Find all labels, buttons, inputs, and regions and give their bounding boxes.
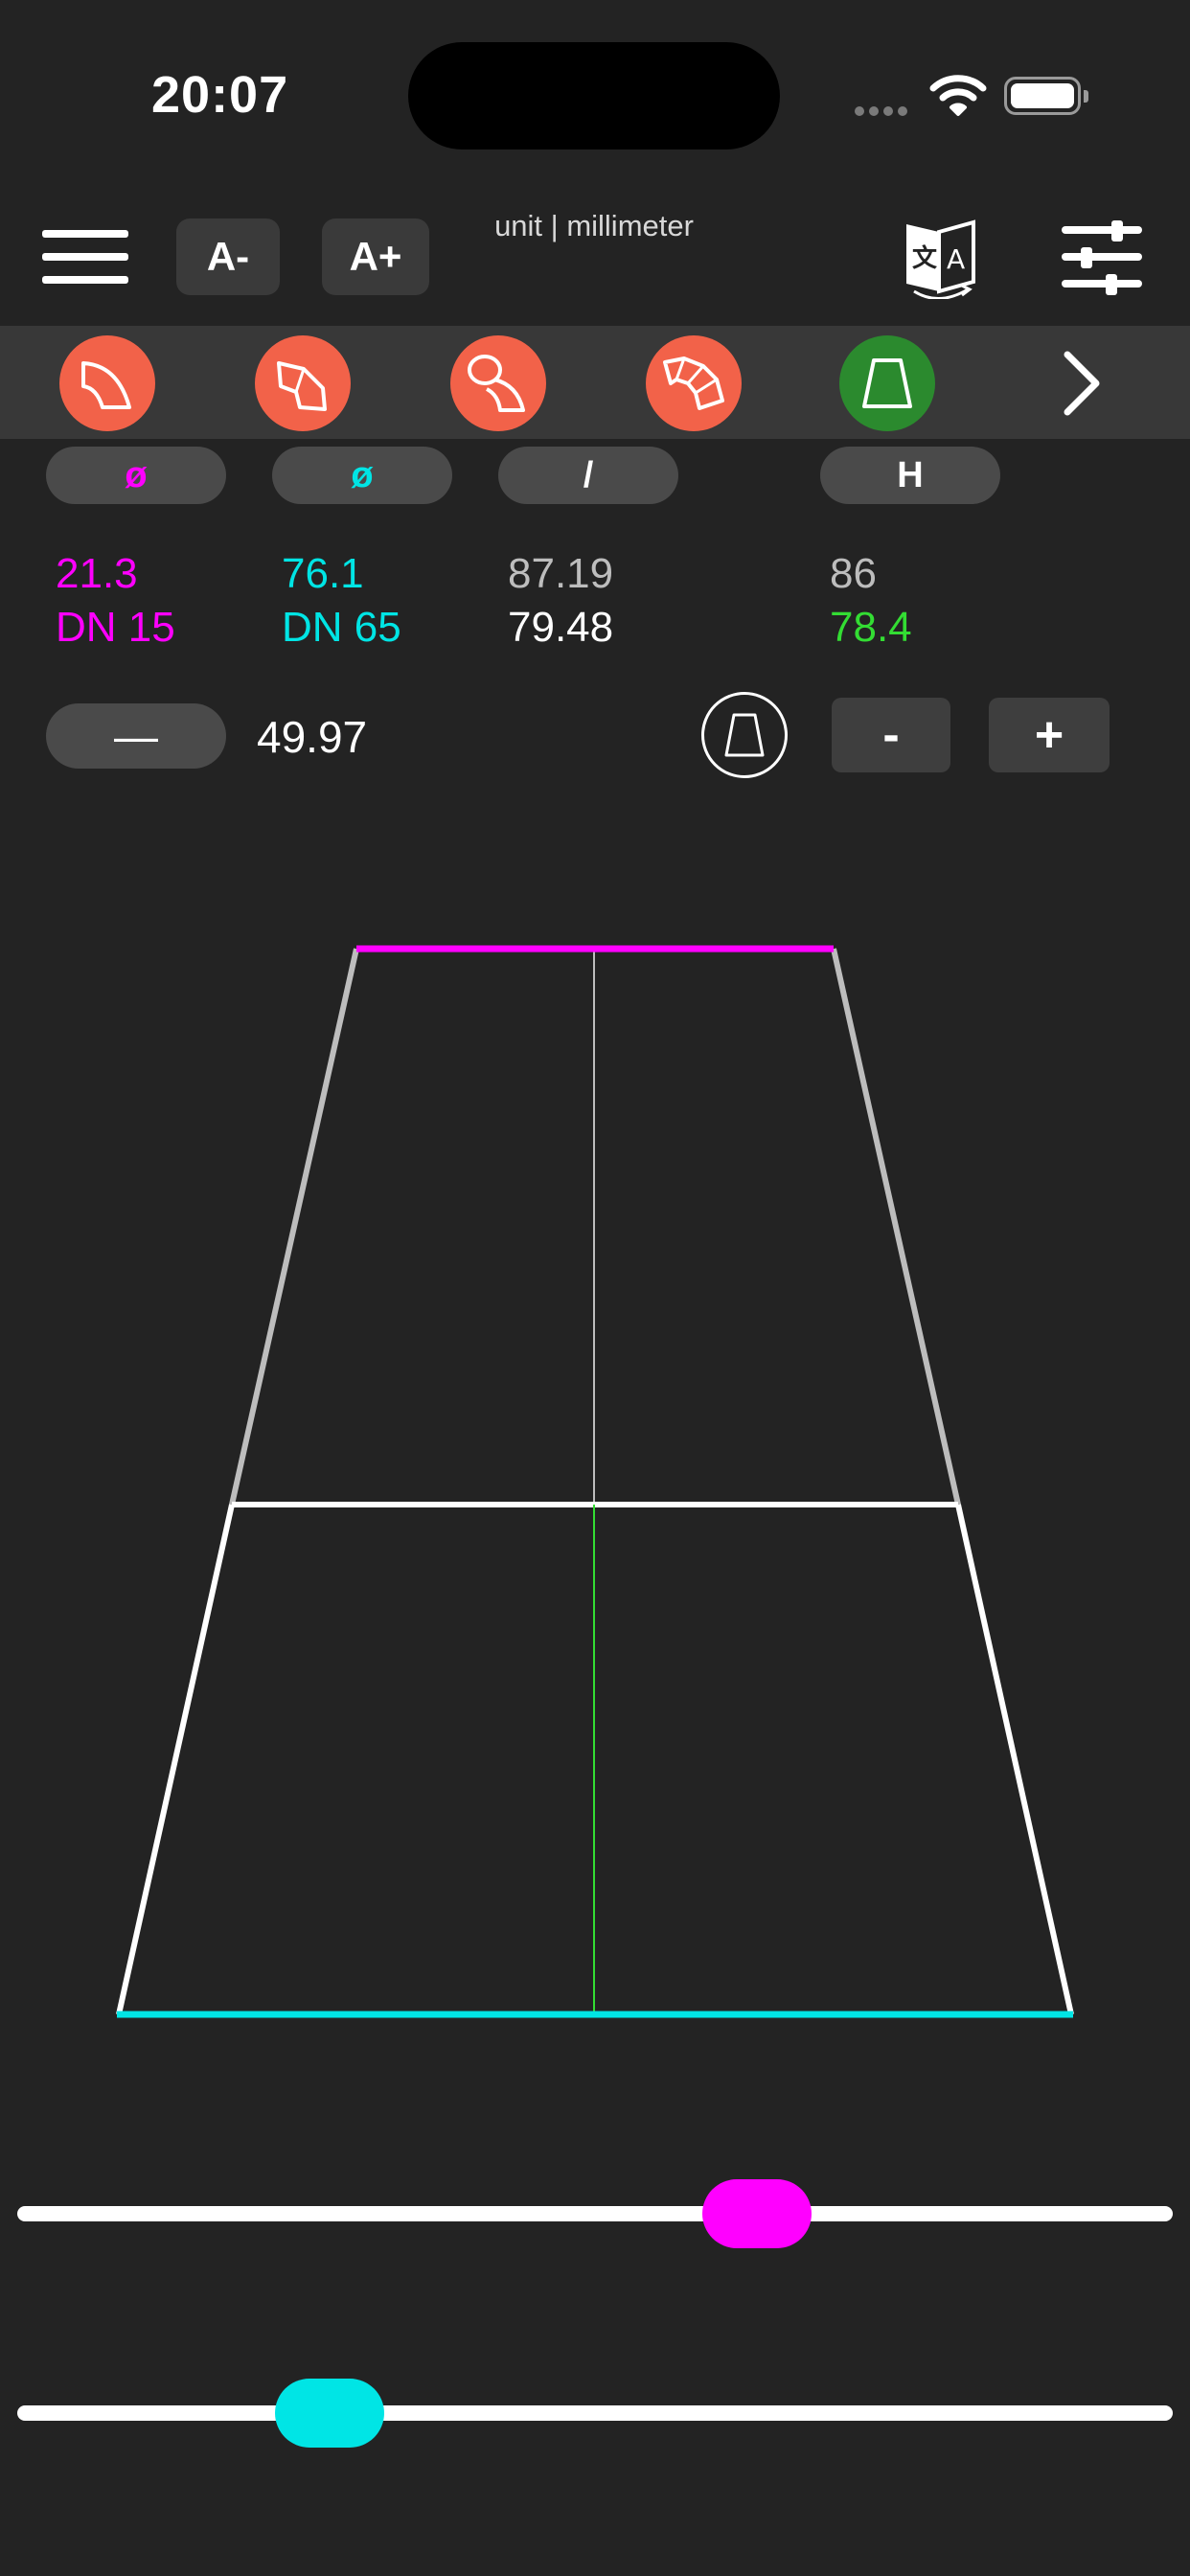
- cone-lower-left-edge: [116, 1504, 235, 2015]
- cone-upper-right-edge: [831, 948, 961, 1506]
- large-diameter-slider-track[interactable]: [17, 2405, 1173, 2421]
- large-diameter-slider-thumb[interactable]: [274, 2379, 384, 2448]
- cone-drawing: [116, 945, 1074, 2018]
- cone-upper-left-edge: [229, 948, 359, 1506]
- small-diameter-slider-track[interactable]: [17, 2206, 1173, 2221]
- cone-lower-right-edge: [955, 1504, 1074, 2015]
- small-diameter-slider-thumb[interactable]: [701, 2179, 812, 2248]
